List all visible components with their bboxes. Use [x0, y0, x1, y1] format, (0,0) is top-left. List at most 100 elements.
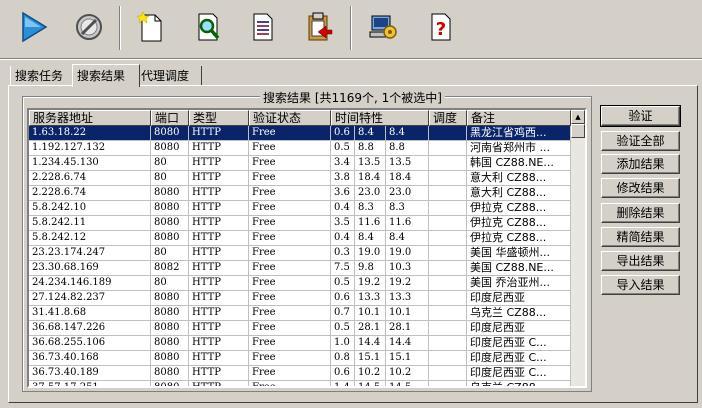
cell-note: 伊拉克 CZ88... [467, 216, 571, 231]
cell-type: HTTP [189, 336, 249, 351]
add-result-button[interactable]: 添加结果 [601, 154, 680, 174]
edit-result-button[interactable]: 修改结果 [601, 178, 680, 198]
cell-type: HTTP [189, 171, 249, 186]
toolbar-separator [119, 6, 121, 50]
table-row[interactable]: 31.41.8.68 8080 HTTP Free 0.7 10.1 10.1 乌克兰 CZ8… [29, 306, 571, 321]
tab-search-task[interactable]: 搜索任务 [10, 66, 76, 86]
cell-t1: 0.5 [331, 321, 355, 336]
cell-port: 8080 [151, 351, 189, 366]
table-row[interactable]: 36.68.147.226 8080 HTTP Free 0.5 28.1 28.1 印度尼西… [29, 321, 571, 336]
cell-t3: 19.2 [386, 276, 429, 291]
cell-sched [429, 126, 467, 141]
play-icon[interactable] [12, 4, 56, 50]
cell-t1: 0.8 [331, 351, 355, 366]
cell-status: Free [249, 336, 331, 351]
cell-t1: 0.3 [331, 246, 355, 261]
table-row[interactable]: 1.234.45.130 80 HTTP Free 3.4 13.5 13.5 韩国 CZ88… [29, 156, 571, 171]
table-row[interactable]: 5.8.242.12 8080 HTTP Free 0.4 8.4 8.4 伊拉克 CZ88.… [29, 231, 571, 246]
table-row[interactable]: 23.23.174.247 80 HTTP Free 0.3 19.0 19.0 美国 华盛顿… [29, 246, 571, 261]
table-header: 服务器地址 端口 类型 验证状态 时间特性 调度 备注 [29, 110, 571, 126]
cell-t1: 0.4 [331, 231, 355, 246]
cell-t3: 10.1 [386, 306, 429, 321]
table-row[interactable]: 36.73.40.168 8080 HTTP Free 0.8 15.1 15.1 印度尼西亚… [29, 351, 571, 366]
table-row[interactable]: 36.68.255.106 8080 HTTP Free 1.0 14.4 14.4 印度尼西… [29, 336, 571, 351]
cell-note: 乌克兰 CZ88... [467, 381, 571, 386]
cell-port: 8080 [151, 201, 189, 216]
cell-note: 美国 乔治亚州... [467, 276, 571, 291]
cell-type: HTTP [189, 261, 249, 276]
results-table[interactable]: 服务器地址 端口 类型 验证状态 时间特性 调度 备注 1.63.18.22 80… [27, 108, 587, 388]
cell-port: 8080 [151, 141, 189, 156]
cell-t2: 14.5 [355, 381, 386, 386]
scroll-thumb[interactable] [571, 124, 585, 138]
export-icon[interactable] [297, 4, 341, 50]
cell-t1: 3.5 [331, 216, 355, 231]
cell-port: 8080 [151, 186, 189, 201]
help-icon[interactable]: ? [419, 4, 463, 50]
table-row[interactable]: 2.228.6.74 8080 HTTP Free 3.6 23.0 23.0 意大利 CZ8… [29, 186, 571, 201]
tab-search-results[interactable]: 搜索结果 [72, 64, 140, 87]
scroll-up-icon[interactable]: ▲ [571, 110, 585, 124]
cell-status: Free [249, 216, 331, 231]
col-header-type[interactable]: 类型 [189, 110, 249, 126]
table-row[interactable]: 5.8.242.11 8080 HTTP Free 3.5 11.6 11.6 伊拉克 CZ8… [29, 216, 571, 231]
cell-addr: 27.124.82.237 [29, 291, 151, 306]
table-row[interactable]: 37.57.17.251 8080 HTTP Free 1.4 14.5 14.5 乌克兰 C… [29, 381, 571, 386]
find-icon[interactable] [186, 4, 230, 50]
table-row[interactable]: 23.30.68.169 8082 HTTP Free 7.5 9.8 10.3 美国 CZ8… [29, 261, 571, 276]
table-row[interactable]: 2.228.6.74 80 HTTP Free 3.8 18.4 18.4 意大利 CZ88.… [29, 171, 571, 186]
import-result-button[interactable]: 导入结果 [601, 275, 680, 295]
stop-icon[interactable] [67, 4, 111, 50]
cell-sched [429, 336, 467, 351]
cell-t3: 8.8 [386, 141, 429, 156]
cell-t2: 10.1 [355, 306, 386, 321]
verify-button[interactable]: 验证 [600, 105, 681, 127]
simplify-result-button[interactable]: 精简结果 [601, 227, 680, 247]
new-file-icon[interactable] [129, 4, 173, 50]
table-body: 1.63.18.22 8080 HTTP Free 0.6 8.4 8.4 黑龙江省鸡西...… [29, 126, 571, 386]
cell-t1: 1.4 [331, 381, 355, 386]
cell-addr: 36.68.147.226 [29, 321, 151, 336]
vertical-scrollbar[interactable]: ▲ [571, 110, 585, 386]
table-row[interactable]: 1.192.127.132 8080 HTTP Free 0.5 8.8 8.8 河南省郑州市… [29, 141, 571, 156]
cell-type: HTTP [189, 381, 249, 386]
cell-sched [429, 231, 467, 246]
cell-sched [429, 156, 467, 171]
cell-t2: 13.5 [355, 156, 386, 171]
cell-t1: 0.7 [331, 306, 355, 321]
table-row[interactable]: 1.63.18.22 8080 HTTP Free 0.6 8.4 8.4 黑龙江省鸡西... [29, 126, 571, 141]
cell-sched [429, 201, 467, 216]
cell-type: HTTP [189, 291, 249, 306]
cell-sched [429, 216, 467, 231]
delete-result-button[interactable]: 删除结果 [601, 203, 680, 223]
cell-addr: 36.73.40.189 [29, 366, 151, 381]
table-row[interactable]: 36.73.40.189 8080 HTTP Free 0.6 10.2 10.2 印度尼西亚… [29, 366, 571, 381]
cell-port: 80 [151, 246, 189, 261]
cell-t1: 0.5 [331, 276, 355, 291]
help-glyph: ? [436, 19, 446, 40]
cell-type: HTTP [189, 186, 249, 201]
cell-port: 8080 [151, 321, 189, 336]
cell-addr: 23.30.68.169 [29, 261, 151, 276]
cell-note: 伊拉克 CZ88... [467, 231, 571, 246]
verify-all-button[interactable]: 验证全部 [601, 131, 680, 151]
col-header-timing[interactable]: 时间特性 [331, 110, 429, 126]
tab-proxy-schedule[interactable]: 代理调度 [136, 66, 202, 86]
table-row[interactable]: 27.124.82.237 8080 HTTP Free 0.6 13.3 13.3 印度尼西… [29, 291, 571, 306]
document-icon[interactable] [241, 4, 285, 50]
col-header-port[interactable]: 端口 [151, 110, 189, 126]
col-header-address[interactable]: 服务器地址 [29, 110, 151, 126]
cell-addr: 31.41.8.68 [29, 306, 151, 321]
cell-t2: 9.8 [355, 261, 386, 276]
cell-type: HTTP [189, 321, 249, 336]
cell-port: 80 [151, 276, 189, 291]
export-result-button[interactable]: 导出结果 [601, 251, 680, 271]
cell-sched [429, 246, 467, 261]
cell-status: Free [249, 276, 331, 291]
settings-icon[interactable] [361, 4, 405, 50]
col-header-note[interactable]: 备注 [467, 110, 571, 126]
table-row[interactable]: 24.234.146.189 80 HTTP Free 0.5 19.2 19.2 美国 乔治… [29, 276, 571, 291]
col-header-status[interactable]: 验证状态 [249, 110, 331, 126]
col-header-schedule[interactable]: 调度 [429, 110, 467, 126]
table-row[interactable]: 5.8.242.10 8080 HTTP Free 0.4 8.3 8.3 伊拉克 CZ88.… [29, 201, 571, 216]
